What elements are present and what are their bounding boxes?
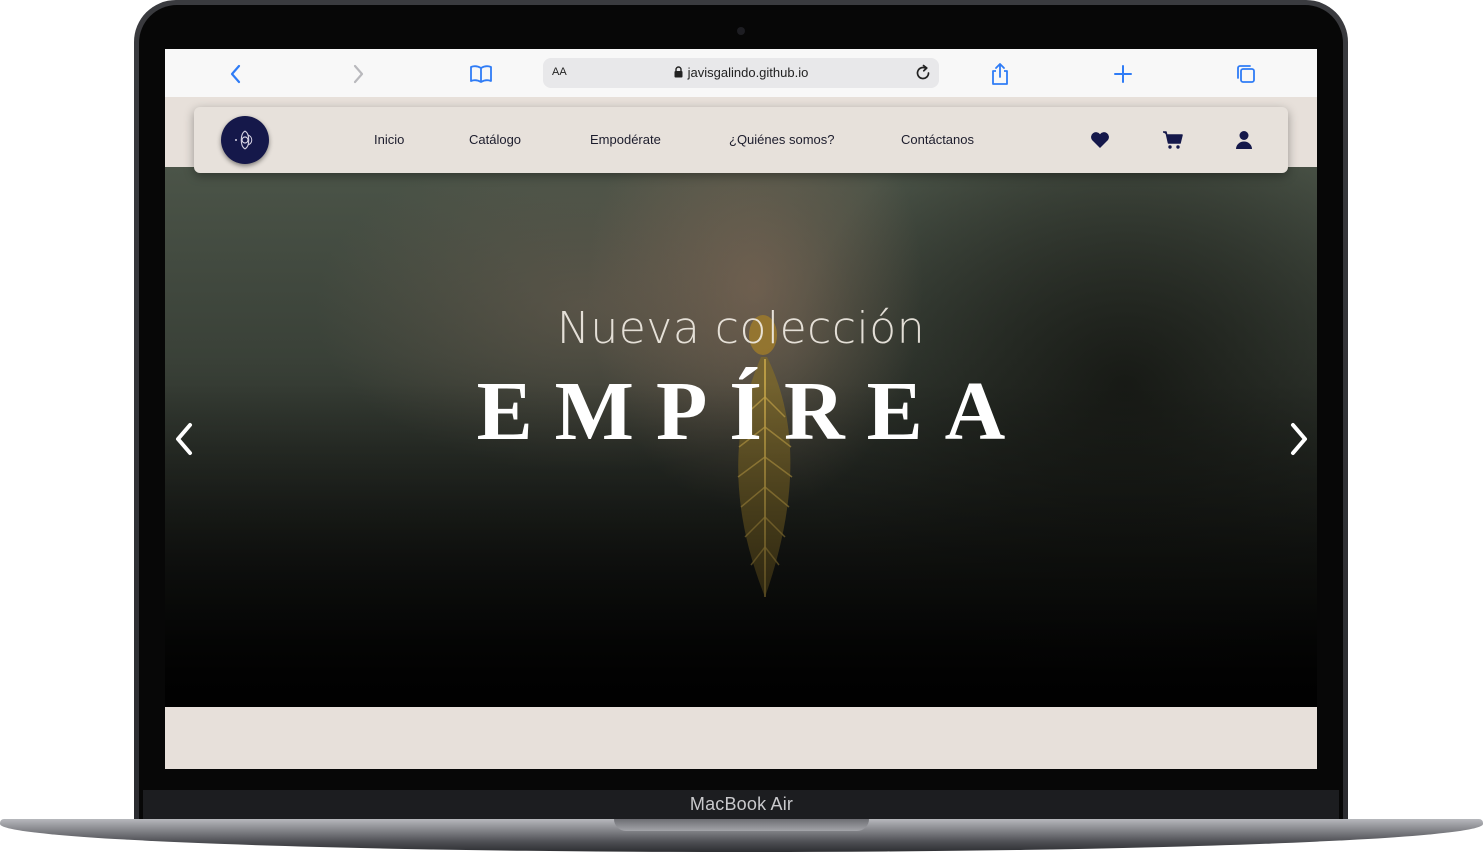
cart-icon bbox=[1163, 131, 1183, 149]
user-icon bbox=[1236, 131, 1252, 149]
tabs-icon bbox=[1237, 65, 1255, 83]
url-text-wrap: javisgalindo.github.io bbox=[543, 65, 939, 80]
nav-catalogo[interactable]: Catálogo bbox=[469, 132, 521, 147]
content-band bbox=[165, 707, 1317, 769]
carousel-next-button[interactable] bbox=[1284, 421, 1314, 457]
chevron-left-icon bbox=[230, 64, 241, 84]
chevron-left-icon bbox=[176, 423, 192, 455]
back-button[interactable] bbox=[223, 61, 249, 87]
device-label: MacBook Air bbox=[689, 794, 794, 814]
bookmarks-button[interactable] bbox=[468, 61, 494, 87]
nav-quienes-somos[interactable]: ¿Quiénes somos? bbox=[729, 132, 835, 147]
hero-carousel: Nueva colección EMPÍREA bbox=[165, 167, 1317, 707]
carousel-prev-button[interactable] bbox=[169, 421, 199, 457]
nav-contactanos[interactable]: Contáctanos bbox=[901, 132, 974, 147]
cart-button[interactable] bbox=[1162, 129, 1184, 151]
browser-toolbar: AA javisgalindo.github.io bbox=[165, 49, 1317, 98]
brand-logo[interactable] bbox=[221, 116, 269, 164]
favorites-button[interactable] bbox=[1089, 129, 1111, 151]
logo-mark-icon bbox=[235, 130, 253, 150]
camera-icon bbox=[737, 27, 745, 35]
url-text: javisgalindo.github.io bbox=[687, 65, 809, 80]
plus-icon bbox=[1114, 65, 1132, 83]
site-navbar: Inicio Catálogo Empodérate ¿Quiénes somo… bbox=[194, 107, 1288, 173]
nav-empoderate[interactable]: Empodérate bbox=[590, 132, 661, 147]
tabs-button[interactable] bbox=[1233, 61, 1259, 87]
laptop-notch bbox=[614, 819, 869, 831]
screen: AA javisgalindo.github.io Nueva colecció… bbox=[165, 49, 1317, 769]
account-button[interactable] bbox=[1233, 129, 1255, 151]
address-bar[interactable]: AA javisgalindo.github.io bbox=[543, 58, 939, 88]
chevron-right-icon bbox=[1291, 423, 1307, 455]
lock-icon bbox=[674, 66, 683, 78]
forward-button[interactable] bbox=[345, 61, 371, 87]
book-icon bbox=[470, 65, 492, 83]
share-icon bbox=[992, 63, 1008, 85]
heart-icon bbox=[1091, 132, 1109, 148]
hero-subtitle: Nueva colección bbox=[556, 303, 926, 354]
reload-icon bbox=[916, 64, 930, 80]
nav-inicio[interactable]: Inicio bbox=[374, 132, 404, 147]
chevron-right-icon bbox=[353, 64, 364, 84]
share-button[interactable] bbox=[987, 61, 1013, 87]
reload-button[interactable] bbox=[913, 63, 933, 88]
hero-title: EMPÍREA bbox=[476, 365, 1028, 458]
new-tab-button[interactable] bbox=[1110, 61, 1136, 87]
